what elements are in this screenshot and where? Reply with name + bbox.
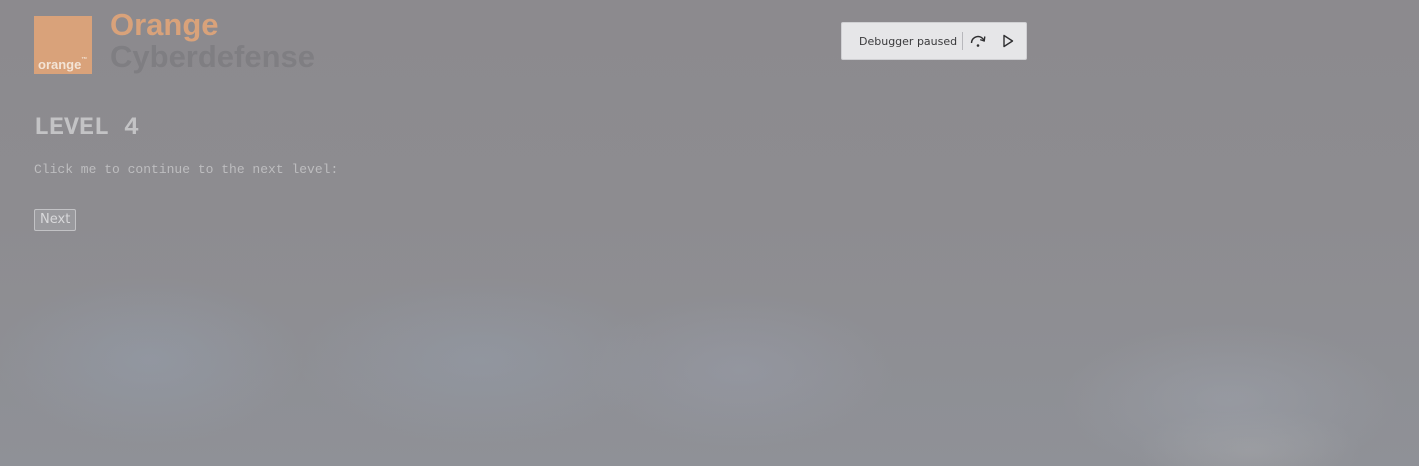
level-title: LEVEL 4 <box>34 113 140 142</box>
next-level-button[interactable]: Next <box>34 209 77 231</box>
step-over-icon <box>970 35 986 47</box>
logo-wordmark: orange™ <box>38 57 88 72</box>
resume-icon <box>1003 34 1014 48</box>
resume-button[interactable] <box>993 26 1023 56</box>
debugger-status-text: Debugger paused <box>859 34 958 48</box>
level-description: Click me to continue to the next level: <box>34 162 339 177</box>
step-over-button[interactable] <box>963 26 993 56</box>
brand-name-line2: Cyberdefense <box>110 39 316 74</box>
orange-logo: orange™ <box>34 16 92 74</box>
brand-name-line1: Orange <box>110 7 219 42</box>
debugger-paused-bar: Debugger paused <box>841 22 1027 60</box>
